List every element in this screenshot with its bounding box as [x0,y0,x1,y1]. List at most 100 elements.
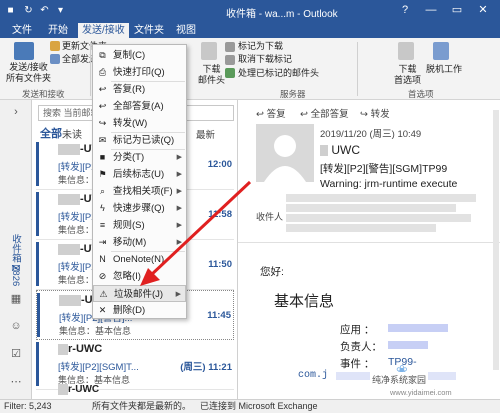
print-icon: ⎙ [98,67,107,77]
ribbon-tabs: 文件 开始 发送/接收 文件夹 视图 [0,22,500,38]
menu-item-copy[interactable]: ⧉ 复制(C) [93,47,186,64]
message-sender: r-UWC [58,384,99,395]
reading-sender: UWC [320,143,360,157]
download-prefs-button[interactable]: 下载 首选项 [394,64,421,86]
message-preview: 集信息：基本信息 [59,326,132,336]
list-item[interactable]: r-UWC [36,382,234,399]
send-all-icon [50,54,60,64]
connection-status: 已连接到 Microsoft Exchange [200,401,318,411]
tab-send-receive[interactable]: 发送/接收 [78,23,129,38]
reply-all-icon: ↩ [98,101,107,111]
send-receive-all-icon [14,42,34,60]
sort-order[interactable]: 最新 [196,127,215,141]
menu-item-label: 复制(C) [113,50,146,61]
reply-button[interactable]: ↩ 答复 [256,106,286,120]
tab-folder[interactable]: 文件夹 [130,23,168,38]
junk-icon: ⚠ [99,289,108,299]
title-bar: ■ ↻ ↶ ▾ 收件箱 - wa...m - Outlook ? — ▭ ✕ [0,0,500,22]
reply-icon: ↩ [98,84,107,94]
filter-all[interactable]: 全部 [40,125,62,141]
blurred-text [58,243,80,255]
tasks-icon[interactable]: ☑ [9,348,23,360]
undo-icon[interactable]: ↶ [38,4,51,17]
update-folder-icon [50,41,60,51]
avatar [256,124,314,182]
send-receive-quick-icon[interactable]: ↻ [22,4,35,17]
blurred-value [388,341,428,349]
menu-item-forward[interactable]: ↪ 转发(W) [93,115,186,132]
customize-chevron-icon[interactable]: ▾ [54,4,67,17]
process-marked-button[interactable]: 处理已标记的邮件头 [238,68,319,79]
blurred-value [388,324,448,332]
filter-unread[interactable]: 未读 [62,126,82,141]
help-button[interactable]: ? [392,2,418,18]
ribbon-divider [90,42,91,96]
send-receive-all-button[interactable]: 发送/接收 所有文件夹 [6,62,51,84]
flag-icon: ⚑ [98,169,107,179]
watermark-brand: 纯净系统家园 [370,372,429,387]
tab-view[interactable]: 视图 [172,23,200,38]
onenote-icon: N [99,254,106,264]
submenu-arrow-icon: ▶ [176,154,182,161]
ribbon: 发送/接收 所有文件夹 更新文件夹 全部发送 发送和接收 下载 邮件头 标记为下… [0,38,500,100]
mark-download-button[interactable]: 标记为下载 [238,41,283,52]
message-date: 2019/11/20 (周三) 10:49 [320,129,422,140]
tab-home[interactable]: 开始 [44,23,72,38]
blurred-text [58,143,80,155]
item-count: Filter: 5,243 [4,401,52,411]
offline-icon [433,42,449,60]
maximize-button[interactable]: ▭ [444,2,470,18]
menu-item-categorize[interactable]: ■ 分类(T) ▶ [93,149,186,166]
quick-steps-icon: ϟ [100,203,105,213]
tab-file[interactable]: 文件 [8,23,36,38]
blurred-text [286,193,476,202]
menu-item-label: 转发(W) [113,118,148,129]
message-subject: [转发][P2][SGM]T... [58,362,139,373]
group-label-preferences: 首选项 [408,89,434,99]
forward-button[interactable]: ↪ 转发 [360,106,390,120]
mark-download-icon [225,42,235,52]
download-headers-button[interactable]: 下载 邮件头 [198,64,225,86]
reply-all-button[interactable]: ↩ 全部答复 [300,106,349,120]
unread-bar [36,192,39,236]
find-related-icon: ⌕ [99,186,106,196]
work-offline-button[interactable]: 脱机工作 [426,64,462,75]
download-prefs-icon [398,42,414,60]
unread-bar [37,293,40,337]
scrollbar[interactable] [493,110,499,370]
reading-subject: [转发][P2][警告][SGM]TP99 [320,163,448,175]
blurred-text [286,203,456,212]
menu-item-label: 全部答复(A) [113,101,164,112]
people-icon[interactable]: ☺ [9,320,23,332]
menu-item-print[interactable]: ⎙ 快速打印(Q) [93,64,186,81]
menu-item-reply[interactable]: ↩ 答复(R) [93,81,186,98]
menu-item-label: 删除(D) [113,305,146,316]
blurred-text [320,145,328,157]
process-marked-icon [225,68,235,78]
blurred-text [59,294,81,306]
blurred-text [286,213,471,222]
group-label-server: 服务器 [280,89,306,99]
mail-icon[interactable]: ✉ [9,263,23,275]
sync-status: 所有文件夹都是最新的。 [92,401,192,411]
section-heading: 基本信息 [274,293,335,310]
blurred-text [58,384,68,395]
menu-item-label: 标记为已读(Q) [113,135,175,146]
person-silhouette-icon [264,135,306,182]
inbox-folder-label[interactable]: 收件箱 2826 [8,234,22,286]
menu-item-mark-read[interactable]: ✉ 标记为已读(Q) [93,132,186,149]
calendar-icon[interactable]: ▦ [9,293,23,305]
blurred-text [58,343,68,355]
menu-item-label: 快速打印(Q) [113,67,165,78]
mark-read-icon: ✉ [98,135,107,145]
close-button[interactable]: ✕ [470,2,496,18]
reading-pane: ↩ 答复 ↩ 全部答复 ↪ 转发 2019/11/20 (周三) 10:49 U… [238,100,500,399]
blurred-text [286,223,436,232]
minimize-button[interactable]: — [418,2,444,18]
arrow-shaft [148,180,252,278]
unmark-download-button[interactable]: 取消下载标记 [238,54,292,65]
menu-item-delete[interactable]: ✕ 删除(D) [93,302,186,319]
more-icon[interactable]: ⋯ [9,376,23,388]
collapse-arrow-icon[interactable]: › [9,106,23,118]
menu-item-reply-all[interactable]: ↩ 全部答复(A) [93,98,186,115]
